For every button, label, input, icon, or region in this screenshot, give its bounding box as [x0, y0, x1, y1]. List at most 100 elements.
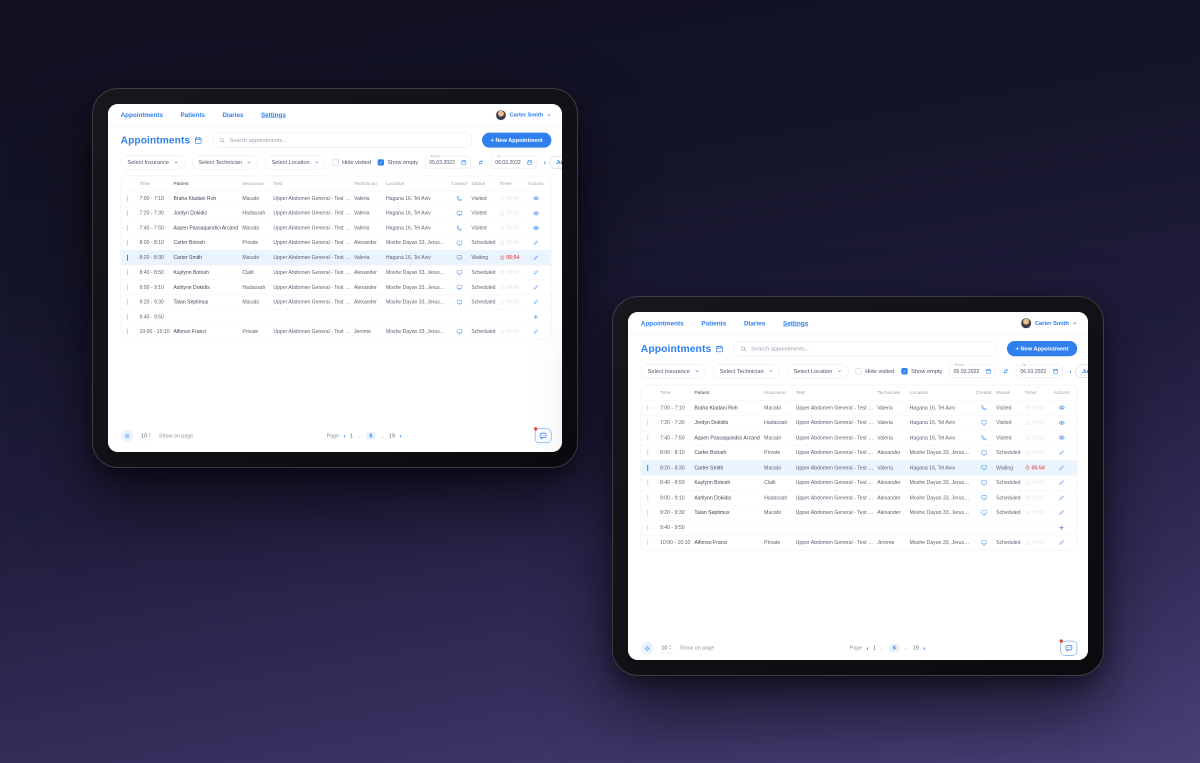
insurance-select[interactable]: Select Insurance	[121, 155, 185, 169]
nav-item-patients[interactable]: Patients	[701, 319, 726, 326]
row-checkbox[interactable]	[127, 270, 128, 276]
nav-item-settings[interactable]: Settings	[783, 319, 808, 326]
table-row[interactable]: 7:40 - 7:50Aspen Passaquindici ArcandMac…	[641, 430, 1076, 445]
row-checkbox[interactable]	[647, 480, 648, 486]
row-checkbox[interactable]	[127, 299, 128, 305]
table-row[interactable]: 7:40 - 7:50Aspen Passaquindici ArcandMac…	[121, 220, 551, 235]
page-size-select[interactable]: 10 ▲▼	[139, 432, 153, 440]
date-from-input[interactable]	[954, 368, 983, 374]
table-row[interactable]: 8:00 - 8:10Carter BotoshPrivateUpper Abd…	[121, 235, 551, 250]
pagination-page-1[interactable]: 1	[873, 645, 876, 651]
nav-item-settings[interactable]: Settings	[261, 111, 286, 118]
row-checkbox[interactable]	[647, 405, 648, 411]
row-checkbox[interactable]	[647, 495, 648, 501]
location-select[interactable]: Select Location	[787, 364, 849, 378]
eye-icon[interactable]	[1058, 420, 1064, 426]
nav-item-diaries[interactable]: Diaries	[744, 319, 765, 326]
date-to-input[interactable]	[495, 160, 524, 166]
table-row[interactable]: 9:00 - 9:10Ashlynn DokidisHadassahUpper …	[641, 490, 1076, 505]
current-date-pill[interactable]: June 1, 2022	[1075, 365, 1088, 378]
table-row[interactable]: 8:00 - 8:10Carter BotoshPrivateUpper Abd…	[641, 445, 1076, 460]
row-checkbox[interactable]	[647, 435, 648, 441]
table-row[interactable]: 8:20 - 8:30Carter SmithMacabiUpper Abdom…	[641, 460, 1076, 475]
plus-icon[interactable]	[533, 314, 539, 320]
nav-item-diaries[interactable]: Diaries	[222, 111, 243, 118]
table-row[interactable]: 10:00 - 10:10Alfonso FranciPrivateUpper …	[121, 324, 551, 339]
table-row[interactable]: 9:40 - 9:50	[641, 520, 1076, 535]
row-checkbox[interactable]	[127, 210, 128, 216]
gear-icon[interactable]	[121, 430, 134, 443]
chat-bubble-icon[interactable]	[1061, 641, 1078, 656]
calendar-icon[interactable]	[194, 136, 202, 144]
row-checkbox[interactable]	[127, 255, 128, 261]
table-row[interactable]: 7:20 - 7:30Jordyn DokidisHadassahUpper A…	[641, 415, 1076, 430]
pagination-prev-icon[interactable]: ‹	[343, 432, 345, 439]
plus-icon[interactable]	[1059, 525, 1065, 531]
edit-icon[interactable]	[533, 240, 539, 246]
pagination-next-icon[interactable]: ›	[399, 432, 401, 439]
table-row[interactable]: 7:00 - 7:10Braha Kladani RohMacabiUpper …	[121, 191, 551, 206]
row-checkbox[interactable]	[127, 225, 128, 231]
chevron-left-icon[interactable]: ‹	[1070, 368, 1072, 375]
location-select[interactable]: Select Location	[265, 155, 326, 169]
edit-icon[interactable]	[1059, 450, 1065, 456]
eye-icon[interactable]	[533, 195, 539, 201]
eye-icon[interactable]	[1058, 435, 1064, 441]
calendar-icon[interactable]	[1053, 369, 1058, 374]
row-checkbox[interactable]	[127, 314, 128, 320]
row-checkbox[interactable]	[127, 329, 128, 335]
technician-select[interactable]: Select Technician	[713, 364, 780, 378]
edit-icon[interactable]	[533, 255, 539, 261]
search-bar[interactable]	[212, 133, 473, 148]
technician-select[interactable]: Select Technician	[192, 155, 258, 169]
edit-icon[interactable]	[533, 270, 539, 276]
swap-icon[interactable]	[478, 159, 484, 165]
chevron-left-icon[interactable]: ‹	[544, 159, 546, 166]
pagination-current-page[interactable]: 6	[889, 644, 899, 652]
pagination-prev-icon[interactable]: ‹	[867, 644, 869, 651]
edit-icon[interactable]	[1059, 480, 1065, 486]
edit-icon[interactable]	[533, 284, 539, 290]
calendar-icon[interactable]	[461, 160, 466, 165]
pagination-last-page[interactable]: 19	[913, 645, 919, 651]
user-menu[interactable]: Carter Smith	[1021, 318, 1078, 329]
date-to-input[interactable]	[1020, 368, 1049, 374]
table-row[interactable]: 9:40 - 9:50	[121, 309, 551, 324]
row-checkbox[interactable]	[647, 510, 648, 516]
edit-icon[interactable]	[1059, 495, 1065, 501]
date-from-field[interactable]: From	[949, 365, 996, 378]
new-appointment-button[interactable]: + New Appointment	[482, 133, 551, 148]
new-appointment-button[interactable]: + New Appointment	[1007, 341, 1077, 356]
user-menu[interactable]: Carter Smith	[496, 110, 552, 121]
pagination-page-1[interactable]: 1	[350, 433, 353, 439]
date-to-field[interactable]: To	[1016, 365, 1063, 378]
pagination-current-page[interactable]: 6	[366, 432, 376, 440]
eye-icon[interactable]	[533, 225, 539, 231]
current-date-pill[interactable]: June 1, 2022	[549, 156, 562, 169]
search-input[interactable]	[230, 137, 465, 143]
row-checkbox[interactable]	[127, 196, 128, 202]
row-checkbox[interactable]	[127, 284, 128, 290]
show-empty-checkbox[interactable]: Show empty	[901, 368, 942, 374]
table-row[interactable]: 9:20 - 9:30Talan SeptimusMacabiUpper Abd…	[641, 505, 1076, 520]
calendar-icon[interactable]	[715, 345, 723, 353]
edit-icon[interactable]	[533, 329, 539, 335]
table-row[interactable]: 9:20 - 9:30Talan SeptimusMacabiUpper Abd…	[121, 294, 551, 309]
edit-icon[interactable]	[1059, 510, 1065, 516]
date-from-field[interactable]: From	[425, 156, 471, 169]
hide-visited-checkbox[interactable]: Hide visited	[332, 159, 371, 165]
nav-item-patients[interactable]: Patients	[180, 111, 205, 118]
row-checkbox[interactable]	[647, 525, 648, 531]
chat-bubble-icon[interactable]	[535, 429, 551, 444]
table-row[interactable]: 10:00 - 10:10Alfonso FranciPrivateUpper …	[641, 535, 1076, 550]
page-size-select[interactable]: 10 ▲▼	[659, 644, 673, 652]
table-row[interactable]: 7:20 - 7:30Jordyn DokidisHadassahUpper A…	[121, 206, 551, 221]
table-row[interactable]: 7:00 - 7:10Braha Kladani RohMacabiUpper …	[641, 400, 1076, 415]
edit-icon[interactable]	[1059, 540, 1065, 546]
table-row[interactable]: 9:00 - 9:10Ashlynn DokidisHadassahUpper …	[121, 280, 551, 295]
nav-item-appointments[interactable]: Appointments	[121, 111, 163, 118]
table-row[interactable]: 8:20 - 8:30Carter SmithMacabiUpper Abdom…	[121, 250, 551, 265]
date-from-input[interactable]	[429, 160, 458, 166]
table-row[interactable]: 8:40 - 8:50Kaylynn BotoshClalitUpper Abd…	[641, 475, 1076, 490]
calendar-icon[interactable]	[986, 369, 991, 374]
